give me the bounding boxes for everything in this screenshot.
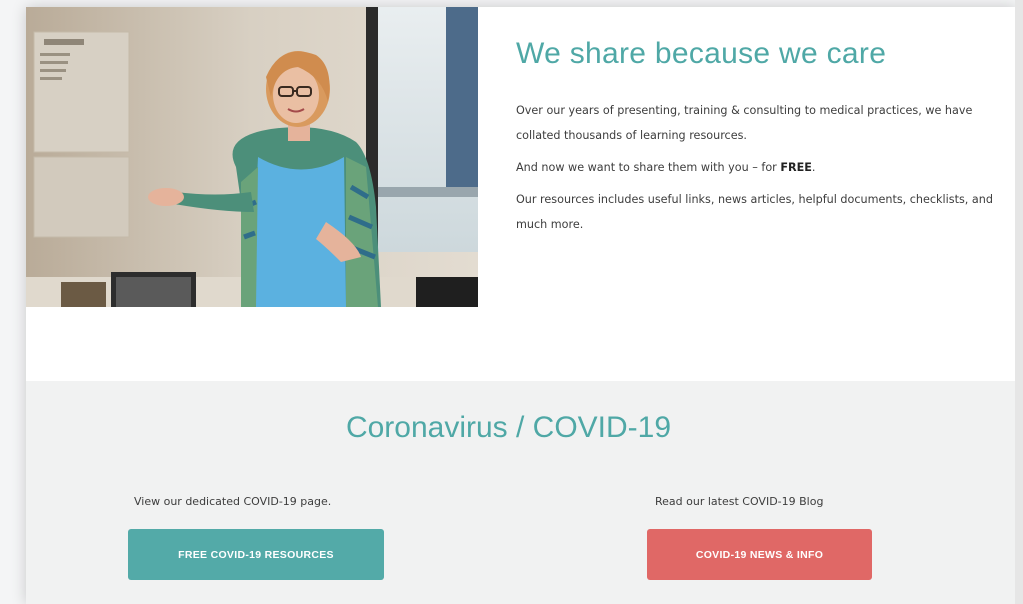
- hero-title: We share because we care: [516, 37, 887, 70]
- free-covid-resources-button[interactable]: FREE COVID-19 RESOURCES: [128, 529, 384, 580]
- covid-title: Coronavirus / COVID-19: [345, 411, 672, 444]
- hero-content: We share because we care Over our years …: [516, 37, 1001, 244]
- hero-paragraph-2-text: And now we want to share them with you –…: [516, 161, 781, 174]
- covid-news-info-button[interactable]: COVID-19 NEWS & INFO: [647, 529, 872, 580]
- presenter-photo: [26, 7, 478, 307]
- covid-blog-text: Read our latest COVID-19 Blog: [655, 495, 824, 508]
- hero-free-emphasis: FREE: [780, 161, 812, 174]
- scrollbar[interactable]: [1015, 0, 1023, 604]
- hero-paragraph-1: Over our years of presenting, training &…: [516, 104, 973, 142]
- hero-paragraph-3: Our resources includes useful links, new…: [516, 193, 993, 231]
- presenter-illustration: [26, 7, 478, 307]
- page-container: We share because we care Over our years …: [26, 7, 1016, 604]
- hero-paragraph-2: And now we want to share them with you –…: [516, 155, 1001, 180]
- covid-section: Coronavirus / COVID-19 View our dedicate…: [26, 381, 1016, 604]
- hero-paragraph-2-end: .: [811, 161, 816, 174]
- covid-page-text: View our dedicated COVID-19 page.: [134, 495, 332, 508]
